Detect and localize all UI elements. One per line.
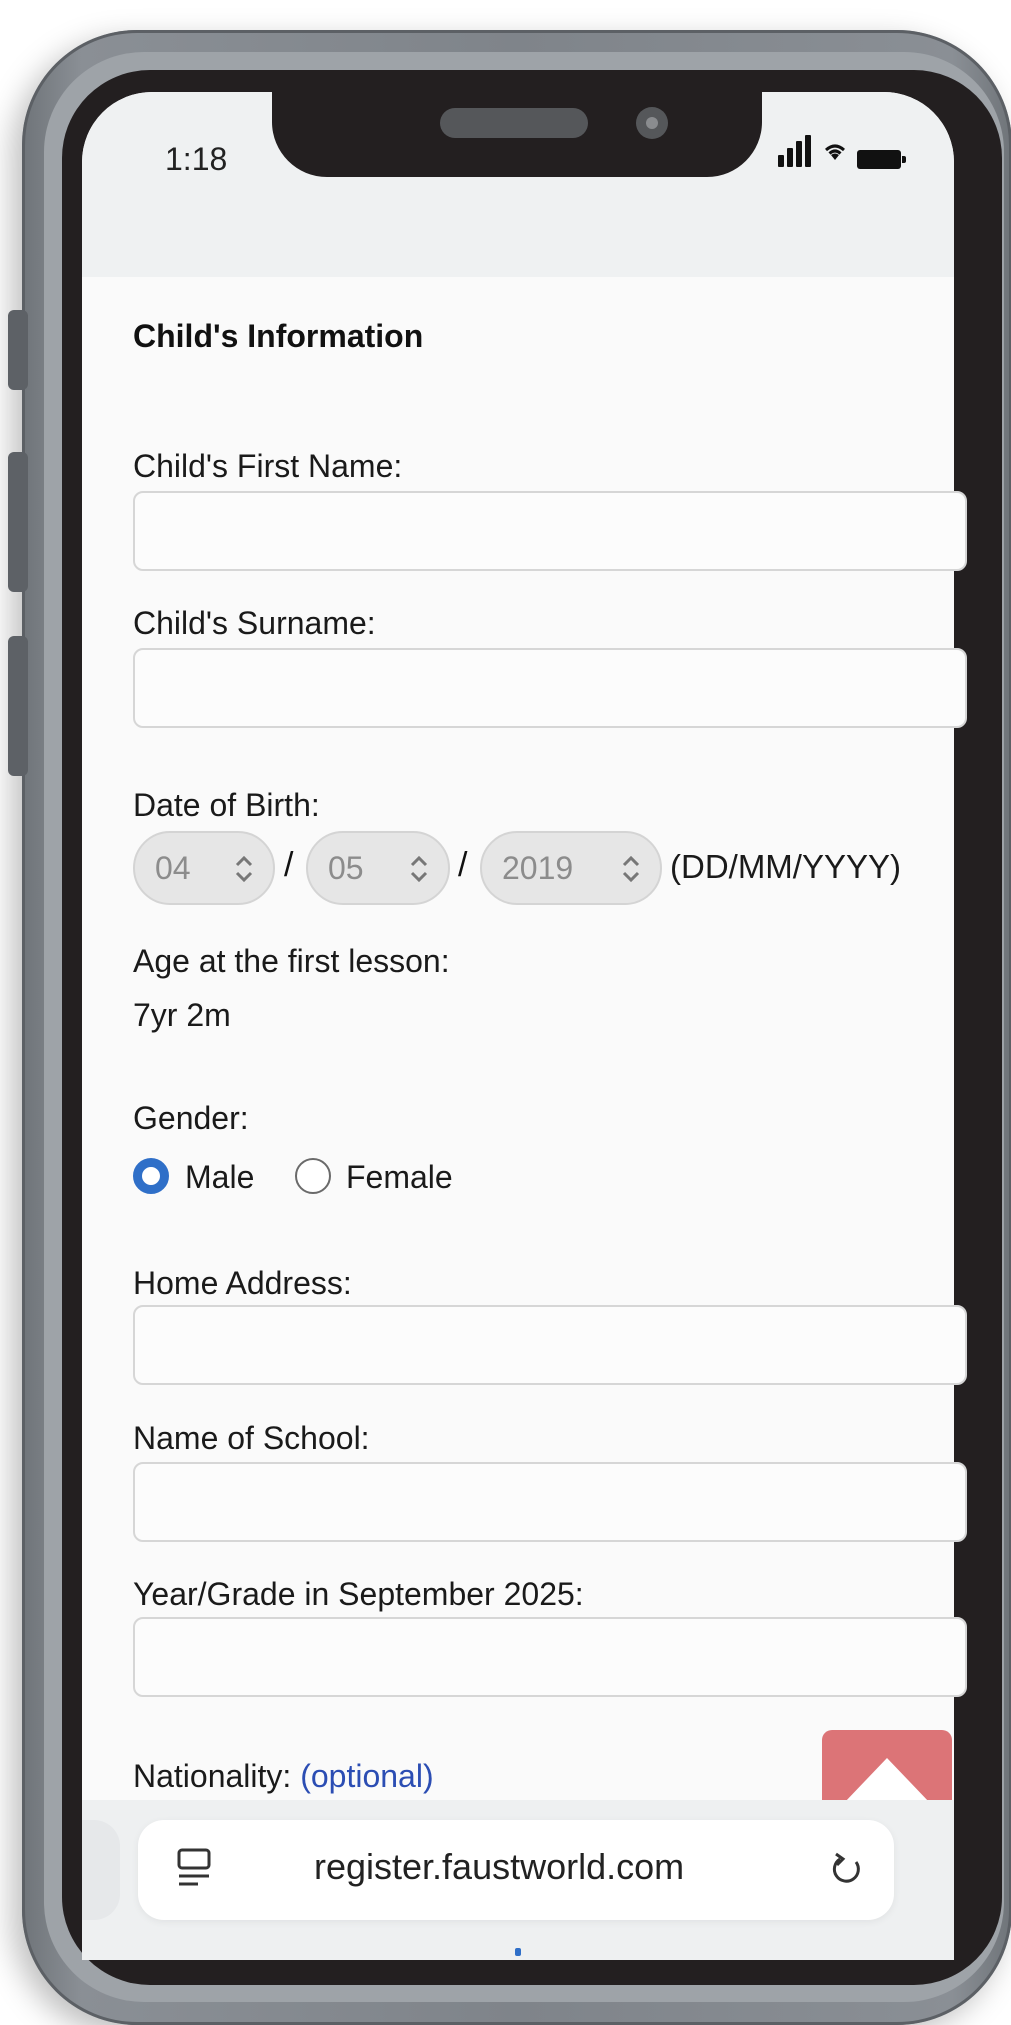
volume-up-button bbox=[8, 452, 28, 592]
dob-separator-1: / bbox=[284, 846, 294, 884]
dob-day-select[interactable]: 04 bbox=[133, 831, 275, 905]
mute-switch bbox=[8, 310, 28, 390]
dob-separator-2: / bbox=[458, 846, 468, 884]
scroll-to-top-button[interactable] bbox=[822, 1730, 952, 1810]
age-value: 7yr 2m bbox=[133, 997, 231, 1033]
wifi-icon bbox=[822, 138, 848, 168]
section-title: Child's Information bbox=[133, 318, 424, 354]
age-label: Age at the first lesson: bbox=[133, 943, 450, 979]
nationality-label-text: Nationality: bbox=[133, 1758, 292, 1794]
volume-down-button bbox=[8, 636, 28, 776]
reload-icon[interactable] bbox=[826, 1850, 866, 1890]
grade-input[interactable] bbox=[133, 1617, 967, 1697]
chevron-updown-icon bbox=[622, 855, 640, 883]
dob-format-hint: (DD/MM/YYYY) bbox=[670, 848, 901, 885]
arrow-up-icon bbox=[844, 1758, 930, 1803]
chevron-updown-icon bbox=[410, 855, 428, 883]
home-address-label: Home Address: bbox=[133, 1265, 352, 1301]
dob-month-value: 05 bbox=[328, 849, 364, 886]
speaker-grille bbox=[440, 108, 588, 138]
chevron-updown-icon bbox=[235, 855, 253, 883]
gender-female-label[interactable]: Female bbox=[346, 1159, 453, 1196]
signal-bars-icon bbox=[778, 135, 812, 167]
grade-label: Year/Grade in September 2025: bbox=[133, 1576, 584, 1612]
optional-tag: (optional) bbox=[300, 1758, 434, 1794]
front-camera bbox=[636, 107, 668, 139]
dob-day-value: 04 bbox=[155, 849, 191, 886]
gender-male-radio[interactable] bbox=[133, 1158, 169, 1194]
home-address-input[interactable] bbox=[133, 1305, 967, 1385]
gender-label: Gender: bbox=[133, 1100, 249, 1136]
gender-male-label[interactable]: Male bbox=[185, 1159, 254, 1196]
first-name-input[interactable] bbox=[133, 491, 967, 571]
gender-female-radio[interactable] bbox=[295, 1158, 331, 1194]
dob-label: Date of Birth: bbox=[133, 787, 320, 823]
reader-icon[interactable] bbox=[176, 1846, 212, 1890]
previous-tab-pill[interactable] bbox=[82, 1820, 120, 1920]
first-name-label: Child's First Name: bbox=[133, 448, 403, 484]
surname-input[interactable] bbox=[133, 648, 967, 728]
battery-icon bbox=[857, 150, 906, 169]
surname-label: Child's Surname: bbox=[133, 605, 376, 641]
url-text[interactable]: register.faustworld.com bbox=[314, 1846, 684, 1888]
school-input[interactable] bbox=[133, 1462, 967, 1542]
dob-month-select[interactable]: 05 bbox=[306, 831, 450, 905]
status-time: 1:18 bbox=[165, 141, 228, 177]
nationality-label: Nationality: (optional) bbox=[133, 1758, 434, 1795]
home-indicator bbox=[515, 1948, 521, 1956]
school-label: Name of School: bbox=[133, 1420, 370, 1456]
dob-year-select[interactable]: 2019 bbox=[480, 831, 662, 905]
dob-year-value: 2019 bbox=[502, 849, 574, 886]
